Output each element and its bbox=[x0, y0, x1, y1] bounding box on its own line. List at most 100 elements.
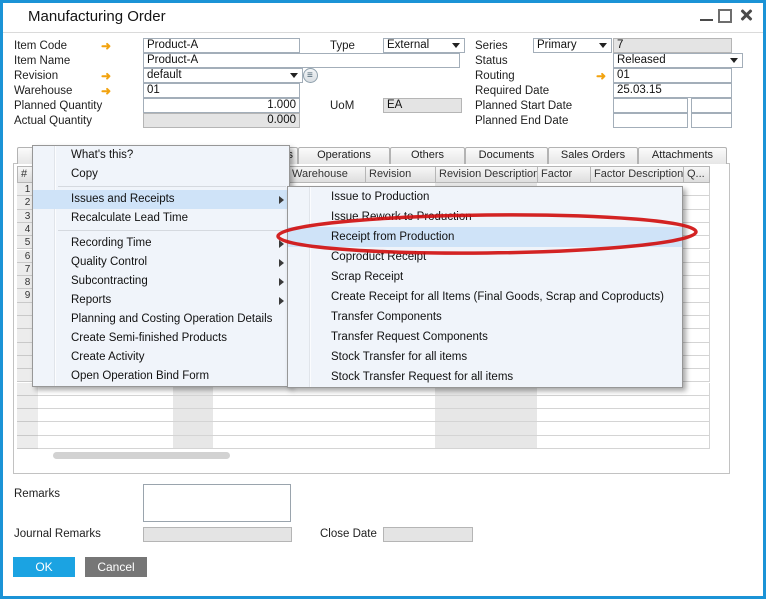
grid-cell[interactable] bbox=[92, 436, 174, 449]
grid-cell[interactable] bbox=[38, 396, 93, 409]
grid-cell[interactable] bbox=[683, 396, 710, 409]
column-header-revision-description[interactable]: Revision Description bbox=[435, 166, 538, 183]
grid-cell[interactable] bbox=[683, 196, 710, 209]
remarks-input[interactable] bbox=[143, 484, 291, 522]
grid-cell[interactable] bbox=[213, 436, 289, 449]
grid-cell[interactable] bbox=[683, 369, 710, 382]
column-header-q[interactable]: Q... bbox=[683, 166, 710, 183]
tab-sales-orders[interactable]: Sales Orders bbox=[548, 147, 638, 164]
grid-cell[interactable] bbox=[38, 422, 93, 435]
column-header-warehouse[interactable]: Warehouse bbox=[288, 166, 366, 183]
grid-cell[interactable] bbox=[38, 409, 93, 422]
grid-cell[interactable] bbox=[537, 396, 591, 409]
grid-cell[interactable] bbox=[173, 396, 214, 409]
item-name-input[interactable]: Product-A bbox=[143, 53, 460, 68]
grid-cell[interactable] bbox=[683, 343, 710, 356]
grid-cell[interactable] bbox=[683, 422, 710, 435]
grid-cell[interactable] bbox=[683, 289, 710, 302]
row-number-cell[interactable] bbox=[17, 409, 39, 422]
planned-end-time-input[interactable] bbox=[691, 113, 732, 128]
tab-attachments[interactable]: Attachments bbox=[638, 147, 727, 164]
grid-cell[interactable] bbox=[683, 316, 710, 329]
series-select[interactable]: Primary bbox=[533, 38, 612, 53]
grid-cell[interactable] bbox=[288, 436, 366, 449]
grid-cell[interactable] bbox=[537, 409, 591, 422]
submenu-item-stock-transfer-request-for-all-items[interactable]: Stock Transfer Request for all items bbox=[288, 367, 682, 387]
submenu-item-transfer-components[interactable]: Transfer Components bbox=[288, 307, 682, 327]
grid-cell[interactable] bbox=[590, 422, 684, 435]
warehouse-link-arrow-icon[interactable]: ➜ bbox=[101, 85, 111, 97]
grid-cell[interactable] bbox=[288, 396, 366, 409]
column-header-factor[interactable]: Factor bbox=[537, 166, 591, 183]
grid-cell[interactable] bbox=[537, 436, 591, 449]
grid-cell[interactable] bbox=[435, 422, 538, 435]
required-date-input[interactable]: 25.03.15 bbox=[613, 83, 732, 98]
grid-cell[interactable] bbox=[683, 223, 710, 236]
planned-quantity-input[interactable]: 1.000 bbox=[143, 98, 300, 113]
grid-cell[interactable] bbox=[683, 329, 710, 342]
grid-cell[interactable] bbox=[683, 276, 710, 289]
submenu-item-stock-transfer-for-all-items[interactable]: Stock Transfer for all items bbox=[288, 347, 682, 367]
grid-cell[interactable] bbox=[365, 422, 436, 435]
minimize-icon[interactable] bbox=[700, 19, 713, 21]
grid-cell[interactable] bbox=[288, 409, 366, 422]
grid-cell[interactable] bbox=[435, 409, 538, 422]
grid-cell[interactable] bbox=[365, 396, 436, 409]
item-code-input[interactable]: Product-A bbox=[143, 38, 300, 53]
submenu-item-coproduct-receipt[interactable]: Coproduct Receipt bbox=[288, 247, 682, 267]
column-header-revision[interactable]: Revision bbox=[365, 166, 436, 183]
context-menu-item-recalculate-lead-time[interactable]: Recalculate Lead Time bbox=[33, 209, 289, 228]
status-select[interactable]: Released bbox=[613, 53, 743, 68]
maximize-icon[interactable] bbox=[718, 9, 732, 23]
row-number-cell[interactable] bbox=[17, 436, 39, 449]
type-select[interactable]: External bbox=[383, 38, 465, 53]
revision-options-icon[interactable] bbox=[303, 68, 318, 83]
row-number-cell[interactable] bbox=[17, 422, 39, 435]
tab-others[interactable]: Others bbox=[390, 147, 465, 164]
grid-cell[interactable] bbox=[683, 250, 710, 263]
context-menu-item-copy[interactable]: Copy bbox=[33, 165, 289, 184]
grid-cell[interactable] bbox=[435, 396, 538, 409]
grid-cell[interactable] bbox=[173, 409, 214, 422]
cancel-button[interactable]: Cancel bbox=[85, 557, 147, 577]
grid-cell[interactable] bbox=[288, 422, 366, 435]
routing-input[interactable]: 01 bbox=[613, 68, 732, 83]
grid-cell[interactable] bbox=[213, 396, 289, 409]
submenu-item-scrap-receipt[interactable]: Scrap Receipt bbox=[288, 267, 682, 287]
planned-start-time-input[interactable] bbox=[691, 98, 732, 113]
horizontal-scrollbar-thumb[interactable] bbox=[53, 452, 230, 459]
grid-cell[interactable] bbox=[590, 409, 684, 422]
grid-cell[interactable] bbox=[590, 396, 684, 409]
revision-link-arrow-icon[interactable]: ➜ bbox=[101, 70, 111, 82]
grid-cell[interactable] bbox=[683, 436, 710, 449]
context-menu-item-recording-time[interactable]: Recording Time bbox=[33, 234, 289, 253]
submenu-item-create-receipt-for-all-items-final-goods-scrap-and-coproducts[interactable]: Create Receipt for all Items (Final Good… bbox=[288, 287, 682, 307]
close-icon[interactable] bbox=[740, 9, 752, 21]
context-menu-item-open-operation-bind-form[interactable]: Open Operation Bind Form bbox=[33, 367, 289, 386]
planned-end-date-input[interactable] bbox=[613, 113, 688, 128]
ok-button[interactable]: OK bbox=[13, 557, 75, 577]
grid-cell[interactable] bbox=[537, 422, 591, 435]
grid-cell[interactable] bbox=[683, 409, 710, 422]
grid-cell[interactable] bbox=[683, 383, 710, 396]
grid-cell[interactable] bbox=[38, 436, 93, 449]
context-menu-item-quality-control[interactable]: Quality Control bbox=[33, 253, 289, 272]
grid-cell[interactable] bbox=[365, 436, 436, 449]
grid-cell[interactable] bbox=[92, 396, 174, 409]
grid-cell[interactable] bbox=[173, 436, 214, 449]
tab-documents[interactable]: Documents bbox=[465, 147, 548, 164]
warehouse-input[interactable]: 01 bbox=[143, 83, 300, 98]
context-menu-item-subcontracting[interactable]: Subcontracting bbox=[33, 272, 289, 291]
grid-cell[interactable] bbox=[683, 263, 710, 276]
tab-operations[interactable]: Operations bbox=[298, 147, 390, 164]
grid-cell[interactable] bbox=[683, 210, 710, 223]
grid-cell[interactable] bbox=[435, 436, 538, 449]
context-menu-item-issues-and-receipts[interactable]: Issues and Receipts bbox=[33, 190, 289, 209]
planned-start-date-input[interactable] bbox=[613, 98, 688, 113]
context-menu-item-planning-and-costing-operation-details[interactable]: Planning and Costing Operation Details bbox=[33, 310, 289, 329]
grid-cell[interactable] bbox=[365, 409, 436, 422]
revision-select[interactable]: default bbox=[143, 68, 303, 83]
grid-cell[interactable] bbox=[683, 183, 710, 196]
grid-cell[interactable] bbox=[92, 422, 174, 435]
column-header-factor-description[interactable]: Factor Description bbox=[590, 166, 684, 183]
